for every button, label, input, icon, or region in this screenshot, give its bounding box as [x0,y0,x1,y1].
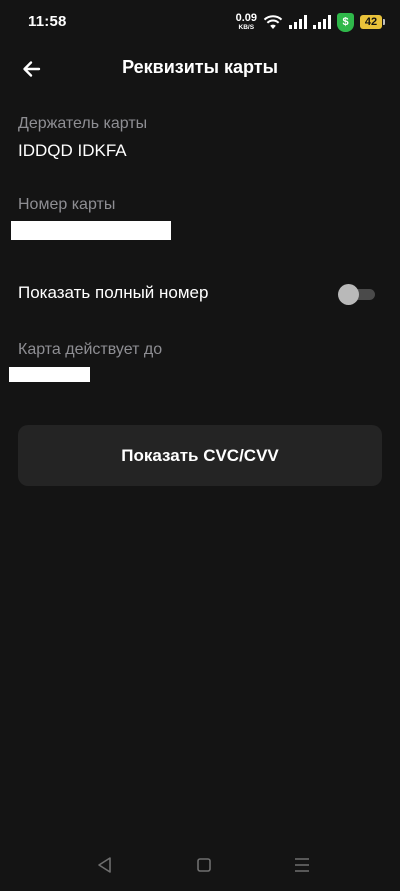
status-icons: 0.09 KB/S $ 42 [235,11,385,33]
card-holder-label: Держатель карты [18,115,148,132]
card-expiry-redacted [9,367,90,382]
signal-icon-2 [313,15,331,29]
back-triangle-icon[interactable] [93,853,117,877]
card-expiry-label: Карта действует до [18,341,163,358]
network-speed: 0.09 KB/S [235,11,257,32]
system-nav-bar [0,839,400,891]
card-number-label: Номер карты [18,196,116,213]
menu-lines-icon[interactable] [290,853,314,877]
show-full-number-toggle[interactable] [338,284,376,305]
security-shield-icon: $ [337,12,354,32]
signal-icon [289,15,307,29]
network-speed-unit: KB/S [238,23,255,31]
card-holder-value: IDDQD IDKFA [18,141,127,160]
toggle-knob [338,284,359,305]
battery-icon: 42 [360,15,385,29]
page-title: Реквизиты карты [122,57,278,77]
status-time: 11:58 [28,13,67,30]
wifi-icon [263,15,283,29]
show-full-number-label: Показать полный номер [18,283,209,302]
home-square-icon[interactable] [192,853,216,877]
status-bar: 11:58 0.09 KB/S $ 42 [0,0,400,44]
show-cvc-button[interactable]: Показать CVC/CVV [18,425,382,486]
card-number-redacted [11,221,171,240]
network-speed-value: 0.09 [235,11,257,24]
